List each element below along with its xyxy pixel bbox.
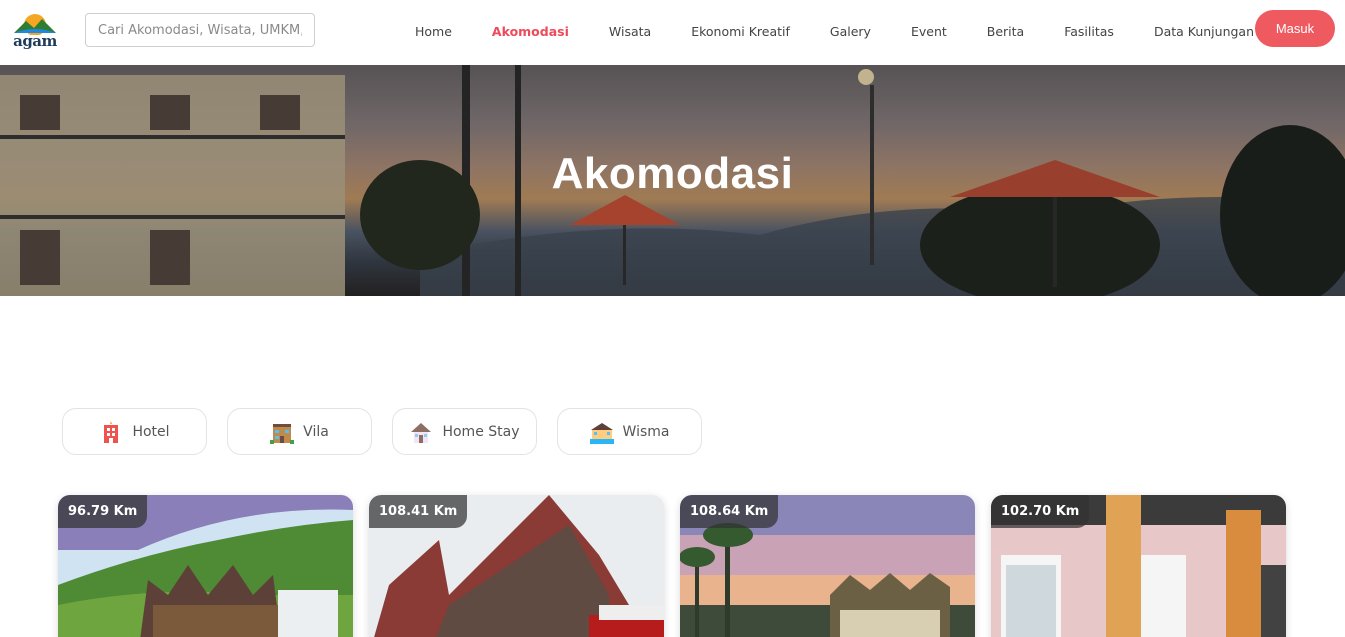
logo-text: agam xyxy=(13,32,57,50)
villa-icon xyxy=(270,423,295,444)
distance-badge: 96.79 Km xyxy=(58,495,148,528)
category-homestay-button[interactable]: Home Stay xyxy=(392,408,537,455)
nav-data-kunjungan[interactable]: Data Kunjungan xyxy=(1154,24,1254,39)
nav-event[interactable]: Event xyxy=(911,24,947,39)
guesthouse-icon xyxy=(589,422,614,444)
nav-ekonomi-kreatif[interactable]: Ekonomi Kreatif xyxy=(691,24,790,39)
nav-akomodasi[interactable]: Akomodasi xyxy=(492,24,569,39)
distance-badge: 108.41 Km xyxy=(369,495,468,528)
hotel-icon xyxy=(104,420,119,443)
accommodation-card[interactable]: 96.79 Km xyxy=(58,495,353,637)
agam-logo[interactable]: agam xyxy=(10,9,60,53)
login-button[interactable]: Masuk xyxy=(1255,10,1335,47)
category-wisma-button[interactable]: Wisma xyxy=(557,408,702,455)
category-hotel-button[interactable]: Hotel xyxy=(62,408,207,455)
distance-badge: 108.64 Km xyxy=(680,495,779,528)
category-vila-label: Vila xyxy=(303,423,329,440)
house-icon xyxy=(411,422,432,443)
nav-wisata[interactable]: Wisata xyxy=(609,24,651,39)
accommodation-card[interactable]: 102.70 Km xyxy=(991,495,1286,637)
distance-badge: 102.70 Km xyxy=(991,495,1090,528)
category-filter: Hotel Vila Home Stay Wisma xyxy=(62,408,722,455)
main-nav: Home Akomodasi Wisata Ekonomi Kreatif Ga… xyxy=(400,0,1254,62)
navbar: agam Home Akomodasi Wisata Ekonomi Kreat… xyxy=(0,0,1345,65)
search-input[interactable] xyxy=(85,13,315,47)
category-homestay-label: Home Stay xyxy=(442,423,520,440)
nav-galery[interactable]: Galery xyxy=(830,24,871,39)
accommodation-card[interactable]: 108.64 Km xyxy=(680,495,975,637)
nav-fasilitas[interactable]: Fasilitas xyxy=(1064,24,1114,39)
nav-berita[interactable]: Berita xyxy=(987,24,1024,39)
category-hotel-label: Hotel xyxy=(132,423,170,440)
category-wisma-label: Wisma xyxy=(622,423,670,440)
nav-home[interactable]: Home xyxy=(415,24,452,39)
page-title: Akomodasi xyxy=(551,149,794,198)
category-vila-button[interactable]: Vila xyxy=(227,408,372,455)
accommodation-list: 96.79 Km 108.41 Km 108.64 Km 102.70 Km xyxy=(58,495,1302,637)
accommodation-card[interactable]: 108.41 Km xyxy=(369,495,664,637)
hero-banner: Akomodasi xyxy=(0,65,1345,296)
